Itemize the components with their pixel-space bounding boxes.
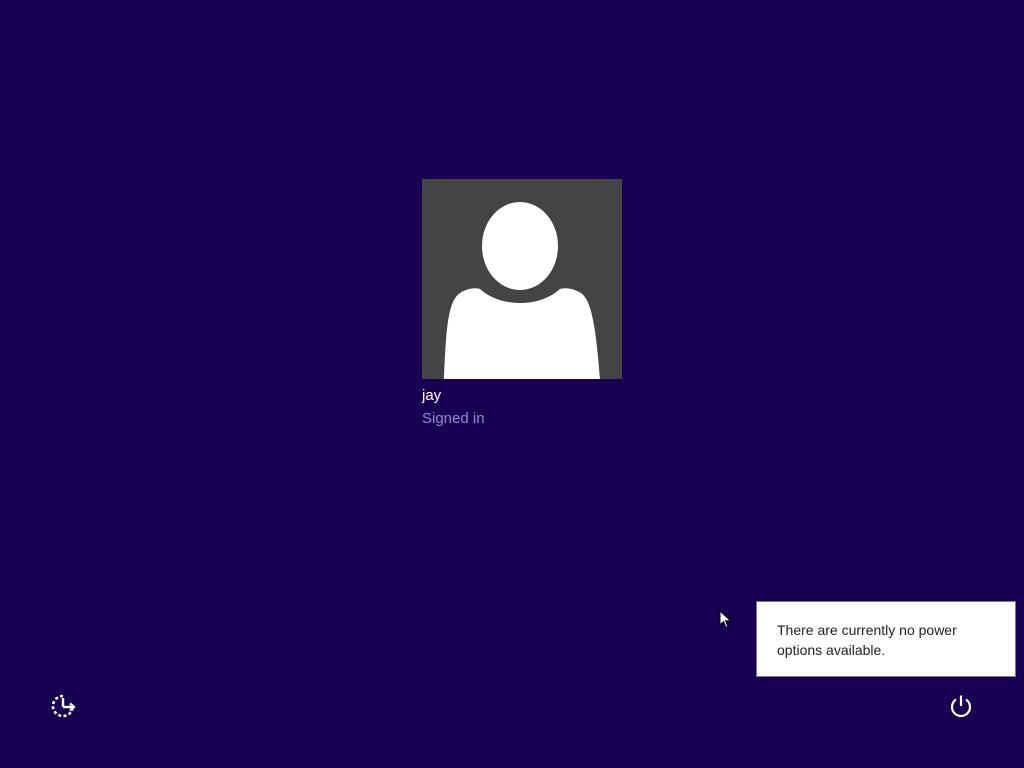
power-options-tooltip-text: There are currently no power options ava… — [777, 622, 957, 658]
user-status: Signed in — [422, 410, 485, 427]
ease-of-access-icon — [51, 694, 76, 718]
power-icon — [950, 695, 972, 718]
lock-screen: jay Signed in There are currently no pow… — [0, 0, 1024, 768]
default-user-silhouette-icon — [422, 179, 622, 379]
power-button[interactable] — [943, 688, 979, 724]
user-name: jay — [422, 387, 442, 404]
user-tile[interactable] — [422, 179, 622, 379]
ease-of-access-button[interactable] — [46, 689, 80, 723]
mouse-cursor-icon — [719, 610, 732, 629]
power-options-tooltip: There are currently no power options ava… — [756, 601, 1016, 677]
